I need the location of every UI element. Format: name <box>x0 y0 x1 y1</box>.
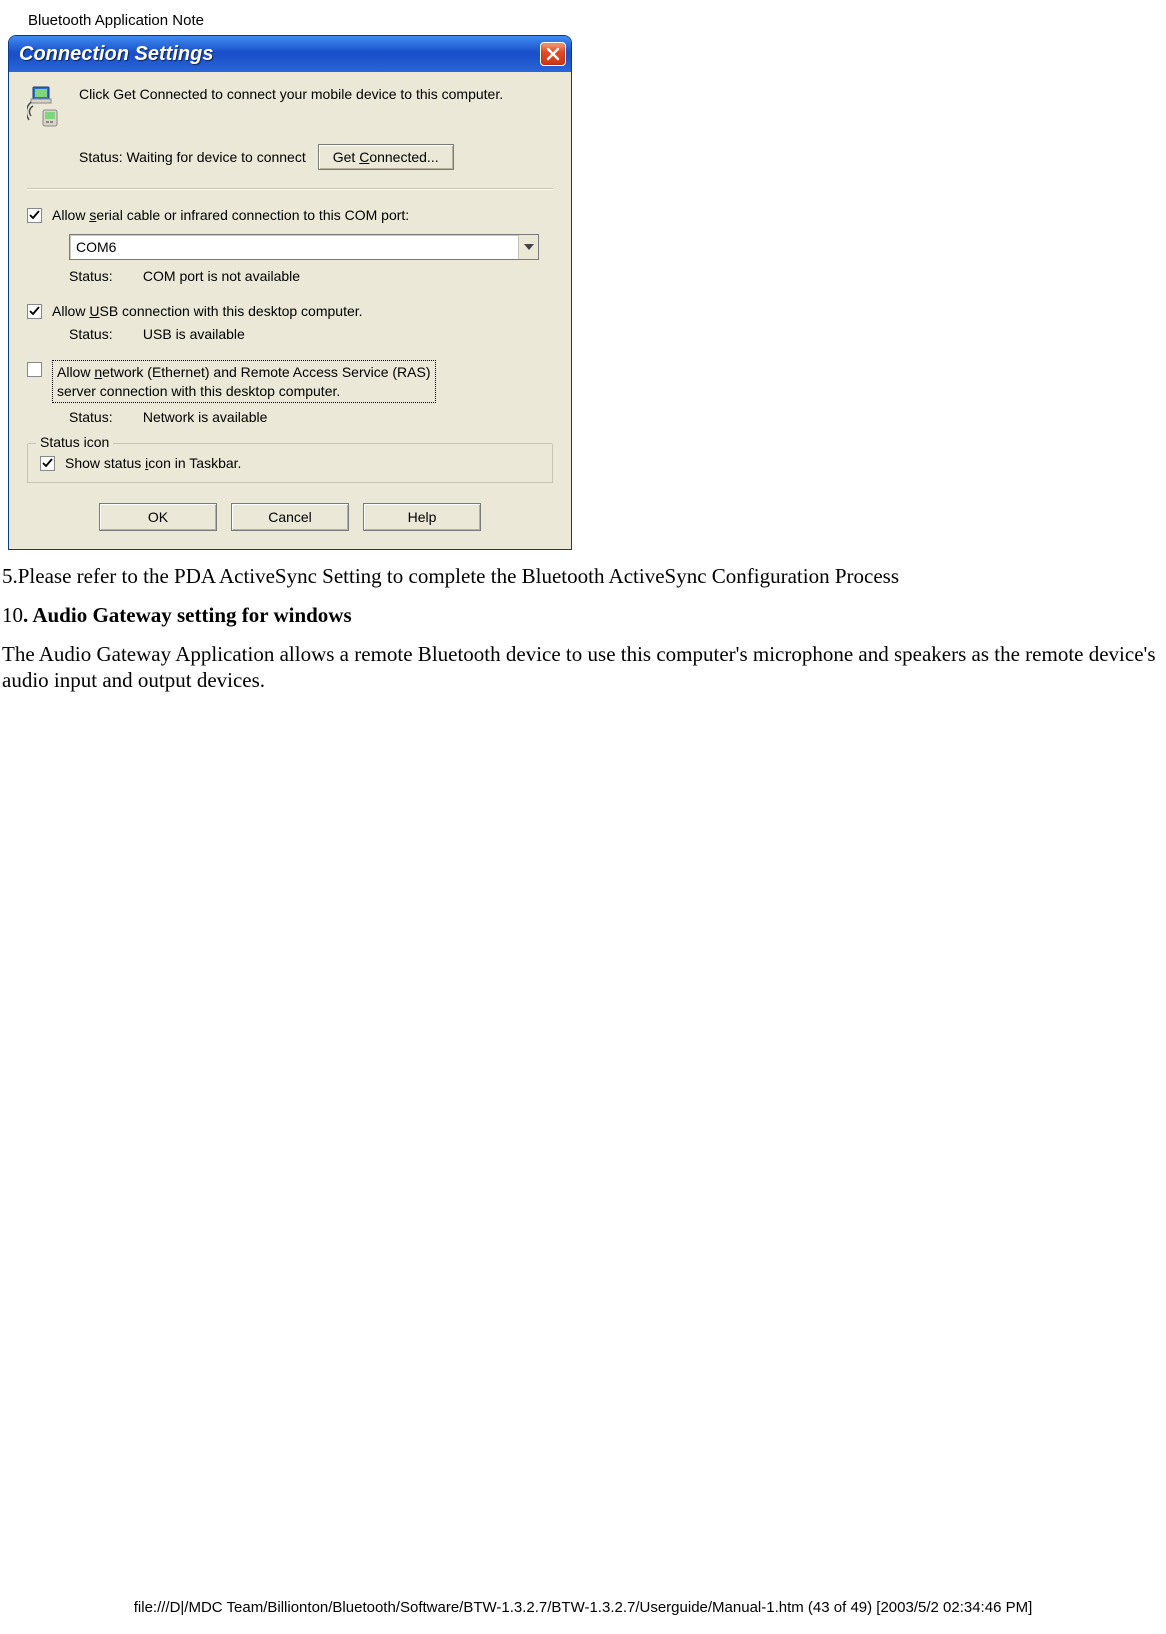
serial-status: Status: COM port is not available <box>69 268 553 284</box>
usb-status: Status: USB is available <box>69 326 553 342</box>
document-page: Bluetooth Application Note Connection Se… <box>0 0 1166 1634</box>
check-icon <box>29 306 40 317</box>
get-connected-button[interactable]: Get Connected... <box>318 144 454 170</box>
usb-checkbox[interactable] <box>27 304 42 319</box>
close-button[interactable] <box>540 42 566 66</box>
usb-checkbox-label[interactable]: Allow USB connection with this desktop c… <box>52 302 363 320</box>
connection-icon <box>27 86 65 130</box>
network-checkbox-label[interactable]: Allow network (Ethernet) and Remote Acce… <box>52 360 436 402</box>
section-10-heading: 10. Audio Gateway setting for windows <box>2 603 1166 628</box>
dialog-body: Click Get Connected to connect your mobi… <box>9 72 571 549</box>
intro-row: Click Get Connected to connect your mobi… <box>27 86 553 130</box>
network-checkbox[interactable] <box>27 362 42 377</box>
status-waiting-row: Status: Waiting for device to connect Ge… <box>79 144 553 170</box>
status-label: Status: Waiting for device to connect <box>79 149 306 165</box>
usb-option-row: Allow USB connection with this desktop c… <box>27 302 553 320</box>
com-port-combo[interactable]: COM6 <box>69 234 539 260</box>
serial-checkbox[interactable] <box>27 208 42 223</box>
network-status: Status: Network is available <box>69 409 553 425</box>
cancel-button[interactable]: Cancel <box>231 503 349 531</box>
intro-text: Click Get Connected to connect your mobi… <box>79 86 503 104</box>
divider <box>27 188 553 190</box>
taskbar-icon-label[interactable]: Show status icon in Taskbar. <box>65 454 241 472</box>
connection-settings-dialog: Connection Settings <box>8 35 572 550</box>
com-port-value: COM6 <box>76 239 116 255</box>
taskbar-icon-checkbox[interactable] <box>40 456 55 471</box>
dialog-titlebar[interactable]: Connection Settings <box>9 36 571 72</box>
page-header: Bluetooth Application Note <box>28 12 1166 29</box>
ok-button[interactable]: OK <box>99 503 217 531</box>
serial-checkbox-label[interactable]: Allow serial cable or infrared connectio… <box>52 206 409 224</box>
close-icon <box>546 47 560 61</box>
check-icon <box>29 210 40 221</box>
page-footer: file:///D|/MDC Team/Billionton/Bluetooth… <box>0 1599 1166 1616</box>
dialog-title: Connection Settings <box>19 43 540 66</box>
step-5-text: 5.Please refer to the PDA ActiveSync Set… <box>2 564 1166 589</box>
chevron-down-icon[interactable] <box>518 235 538 259</box>
status-icon-legend: Status icon <box>36 434 113 450</box>
serial-option-row: Allow serial cable or infrared connectio… <box>27 206 553 224</box>
focus-rectangle: Allow network (Ethernet) and Remote Acce… <box>52 360 436 402</box>
status-icon-group: Status icon Show status icon in Taskbar. <box>27 443 553 483</box>
network-option-row: Allow network (Ethernet) and Remote Acce… <box>27 360 553 402</box>
help-button[interactable]: Help <box>363 503 481 531</box>
audio-gateway-paragraph: The Audio Gateway Application allows a r… <box>2 642 1166 692</box>
dialog-button-row: OK Cancel Help <box>27 503 553 531</box>
check-icon <box>42 458 53 469</box>
